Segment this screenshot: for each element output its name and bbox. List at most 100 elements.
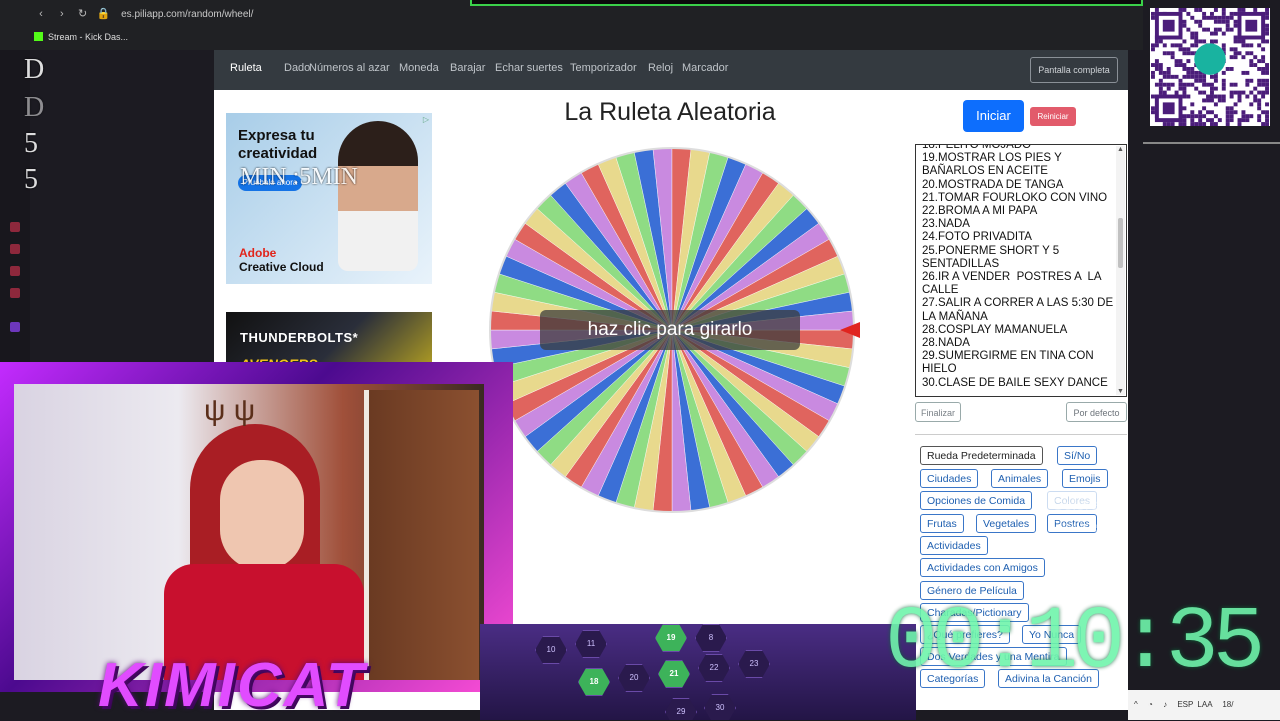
spin-label[interactable]: haz clic para girarlo [540, 310, 800, 350]
default-button[interactable]: Por defecto [1066, 402, 1127, 422]
clock[interactable]: 18/ [1222, 700, 1233, 709]
preset-fruits[interactable]: Frutas [920, 514, 964, 533]
tray-chevron-icon[interactable]: ^ [1134, 700, 1138, 709]
nav-reloj[interactable]: Reloj [648, 62, 673, 74]
options-textarea[interactable]: 18.PELITO MOJADO 19.MOSTRAR LOS PIES Y B… [915, 144, 1127, 397]
preset-vegetables[interactable]: Vegetales [976, 514, 1037, 533]
qr-module [1225, 15, 1230, 20]
qr-module [1217, 15, 1222, 20]
nav-barajar[interactable]: Barajar [450, 62, 485, 74]
qr-module [1210, 94, 1214, 99]
back-arrow-icon[interactable]: ‹ [32, 4, 50, 24]
nav-dado[interactable]: Dado [284, 62, 310, 74]
address-bar[interactable]: ‹ › ↻ 🔒 es.piliapp.com/random/wheel/ [32, 4, 253, 24]
qr-module [1237, 90, 1242, 95]
qr-module [1265, 78, 1269, 83]
nav-numeros[interactable]: Números al azar [309, 62, 390, 74]
bookmark-kick[interactable]: Stream - Kick Das... [34, 30, 128, 44]
reset-button[interactable]: Reiniciar [1030, 107, 1076, 126]
qr-module [1249, 90, 1254, 95]
nav-ruleta[interactable]: Ruleta [230, 62, 262, 74]
preset-animals[interactable]: Animales [991, 469, 1049, 488]
qr-module [1198, 118, 1203, 123]
nav-echar-suertes[interactable]: Echar suertes [495, 62, 563, 74]
twitch-icon[interactable] [10, 322, 20, 332]
qr-module [1190, 102, 1195, 107]
qr-module [1198, 8, 1203, 12]
start-button[interactable]: Iniciar [963, 100, 1024, 132]
sidebar-app-icon[interactable] [10, 222, 20, 232]
ad-person-image [338, 121, 418, 271]
options-text[interactable]: 18.PELITO MOJADO 19.MOSTRAR LOS PIES Y B… [922, 145, 1114, 390]
qr-module [1265, 118, 1269, 123]
lang-indicator[interactable]: ESP [1177, 700, 1193, 709]
sidebar-app-icon[interactable] [10, 266, 20, 276]
qr-module [1245, 94, 1250, 99]
qr-module [1229, 106, 1234, 111]
options-scrollbar[interactable]: ▲ ▼ [1116, 146, 1125, 395]
qr-module [1194, 19, 1199, 24]
qr-module [1265, 110, 1269, 115]
scrollbar-thumb[interactable] [1118, 218, 1123, 268]
preset-activities-friends[interactable]: Actividades con Amigos [920, 558, 1045, 577]
qr-module [1237, 98, 1242, 103]
game-overlay: 10 11 19 18 20 22 23 21 29 30 8 [480, 624, 916, 720]
scroll-up-icon[interactable]: ▲ [1116, 146, 1125, 153]
ad-adobe[interactable]: ▷ Expresa tu creatividad Pruébalo ahora … [226, 113, 432, 284]
qr-module [1158, 70, 1163, 75]
qr-module [1221, 98, 1226, 103]
preset-activities[interactable]: Actividades [920, 536, 988, 555]
sidebar-app-icon[interactable] [10, 288, 20, 298]
qr-module [1202, 74, 1207, 79]
qr-module [1182, 82, 1187, 87]
nav-moneda[interactable]: Moneda [399, 62, 439, 74]
qr-module [1261, 78, 1266, 83]
preset-yes-no[interactable]: Sí/No [1057, 446, 1098, 465]
qr-module [1190, 110, 1195, 115]
qr-module [1221, 15, 1226, 20]
qr-module [1221, 82, 1226, 87]
qr-module [1190, 114, 1195, 119]
qr-module [1241, 90, 1246, 95]
qr-module [1225, 122, 1230, 126]
qr-module [1158, 39, 1163, 44]
qr-module [1245, 70, 1250, 75]
qr-module [1237, 39, 1242, 44]
nav-marcador[interactable]: Marcador [682, 62, 728, 74]
qr-module [1158, 90, 1163, 95]
mic-icon[interactable]: ♪ [1163, 700, 1167, 709]
qr-module [1213, 102, 1218, 107]
sidebar-app-icon[interactable] [10, 244, 20, 254]
layout-indicator[interactable]: LAA [1197, 700, 1212, 709]
preset-default-wheel[interactable]: Rueda Predeterminada [920, 446, 1043, 465]
qr-module [1229, 67, 1234, 71]
qr-module [1213, 114, 1218, 119]
preset-cities[interactable]: Ciudades [920, 469, 979, 488]
qr-module [1210, 110, 1214, 115]
qr-module [1182, 74, 1187, 79]
wifi-icon[interactable]: ◔ [1148, 700, 1153, 709]
qr-module [1241, 70, 1246, 75]
overlay-line-3: 5 [24, 128, 38, 159]
qr-module [1198, 74, 1203, 79]
ad-info-icon[interactable]: ▷ [423, 115, 429, 124]
qr-module [1206, 98, 1210, 103]
scroll-down-icon[interactable]: ▼ [1116, 388, 1125, 395]
stream-timer: 00:10:35 [885, 594, 1265, 693]
finish-button[interactable]: Finalizar [915, 402, 961, 422]
qr-module [1261, 110, 1266, 115]
qr-module [1182, 63, 1187, 67]
qr-module [1190, 31, 1195, 36]
url-text[interactable]: es.piliapp.com/random/wheel/ [121, 9, 253, 20]
preset-food[interactable]: Opciones de Comida [920, 491, 1033, 510]
qr-module [1213, 31, 1218, 36]
qr-module [1241, 55, 1246, 60]
preset-emojis[interactable]: Emojis [1062, 469, 1108, 488]
fullscreen-button[interactable]: Pantalla completa [1030, 57, 1118, 83]
nav-temporizador[interactable]: Temporizador [570, 62, 637, 74]
game-tile: 30 [704, 694, 736, 720]
qr-module [1210, 31, 1214, 36]
reload-icon[interactable]: ↻ [74, 4, 92, 24]
forward-arrow-icon[interactable]: › [53, 4, 71, 24]
qr-module [1265, 23, 1269, 28]
